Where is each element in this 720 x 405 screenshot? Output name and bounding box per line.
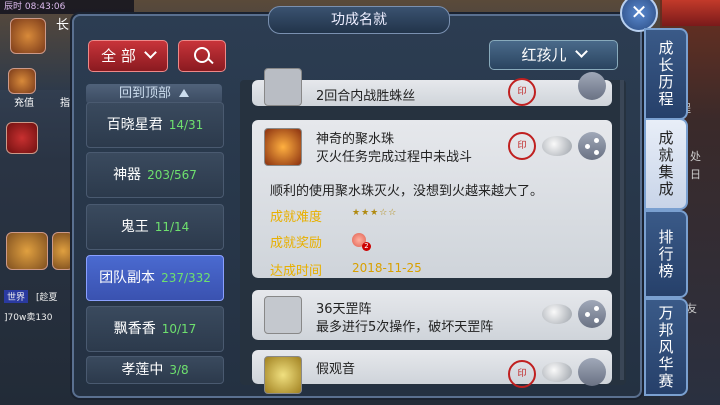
search-button[interactable] xyxy=(178,40,226,72)
chat-line: ]70w卖130 xyxy=(4,313,53,323)
character-name: 红孩儿 xyxy=(521,46,567,64)
category-count: 203/567 xyxy=(147,168,197,182)
time-bar: 辰时 08:43:06 xyxy=(0,0,134,14)
pin-label: 指 xyxy=(60,98,70,109)
search-icon xyxy=(194,47,210,63)
share-button[interactable] xyxy=(578,72,606,100)
character-select[interactable]: 红孩儿 xyxy=(489,40,618,70)
tab-achievements[interactable]: 成就集成 xyxy=(644,118,688,210)
achievement-name: 假观音 xyxy=(316,362,356,377)
category-name: 鬼王 xyxy=(120,219,149,235)
tab-growth-history[interactable]: 成长历程 xyxy=(644,28,688,120)
clock-text: 08:43:06 xyxy=(24,2,66,12)
tab-label: 万邦风华赛 xyxy=(656,304,675,390)
recharge-icon[interactable] xyxy=(8,68,36,94)
filter-all-label: 全 部 xyxy=(101,47,136,65)
category-name: 孝莲中 xyxy=(121,362,164,378)
tab-leaderboard[interactable]: 排行榜 xyxy=(644,210,688,298)
category-count: 11/14 xyxy=(154,220,190,234)
reward-peach-icon[interactable]: 2 xyxy=(352,233,371,251)
filter-all-button[interactable]: 全 部 xyxy=(88,40,168,72)
share-button[interactable] xyxy=(578,358,606,386)
chevron-down-icon xyxy=(144,46,157,59)
category-name: 百晓星君 xyxy=(106,117,163,133)
world-tag[interactable]: 世界 xyxy=(4,290,29,303)
category-item[interactable]: 神器 203/567 xyxy=(86,152,224,198)
category-count: 3/8 xyxy=(169,363,189,377)
achievement-detail: 顺利的使用聚水珠灭火，没想到火越来越大了。 xyxy=(270,184,544,199)
seal-icon: 印 xyxy=(508,360,536,388)
category-name: 飘香香 xyxy=(113,321,156,337)
seal-icon: 印 xyxy=(508,78,536,106)
difficulty-stars: ★★★☆☆ xyxy=(352,208,398,218)
share-button[interactable] xyxy=(578,300,606,328)
category-name: 神器 xyxy=(113,167,142,183)
date-label: 达成时间 xyxy=(270,264,323,279)
avatar[interactable] xyxy=(10,18,46,54)
category-count: 237/332 xyxy=(161,271,211,285)
achievement-name: 神奇的聚水珠 xyxy=(316,132,395,147)
spider-web-icon xyxy=(264,68,302,106)
time-prefix: 辰时 xyxy=(4,2,23,12)
achievement-card[interactable]: 假观音 印 xyxy=(252,350,612,394)
category-name: 团队副本 xyxy=(99,270,156,286)
dice-icon xyxy=(264,356,302,394)
reward-count: 2 xyxy=(362,242,371,251)
category-item[interactable]: 百晓星君 14/31 xyxy=(86,102,224,148)
top-char: 长 xyxy=(56,18,70,33)
chat-name[interactable]: [趁夏 xyxy=(36,290,58,303)
category-count: 14/31 xyxy=(168,118,204,132)
right-label-2: 日 xyxy=(690,168,701,181)
tab-label: 成就集成 xyxy=(656,130,675,198)
tab-label: 成长历程 xyxy=(656,40,675,108)
category-item-active[interactable]: 团队副本 237/332 xyxy=(86,255,224,301)
difficulty-label: 成就难度 xyxy=(270,210,323,225)
tab-wanbang-contest[interactable]: 万邦风华赛 xyxy=(644,298,688,396)
crossed-swords-icon xyxy=(264,296,302,334)
achievement-name: 36天罡阵 xyxy=(316,302,372,317)
achievement-date: 2018-11-25 xyxy=(352,261,422,275)
achievement-card-expanded[interactable]: 神奇的聚水珠 灭火任务完成过程中未战斗 印 顺利的使用聚水珠灭火，没想到火越来越… xyxy=(252,120,612,279)
list-scrollbar[interactable] xyxy=(620,80,624,380)
share-button[interactable] xyxy=(578,132,606,160)
top-right-banner xyxy=(662,0,720,26)
chat-icon[interactable] xyxy=(6,232,48,270)
recharge-label: 充值 xyxy=(14,98,34,109)
seal-icon: 印 xyxy=(508,132,536,160)
achievement-desc: 最多进行5次操作，破坏天罡阵 xyxy=(316,320,494,335)
fire-bowl-icon xyxy=(264,128,302,166)
achievement-desc: 灭火任务完成过程中未战斗 xyxy=(316,150,473,165)
chevron-down-icon xyxy=(574,45,588,58)
arrow-up-icon xyxy=(179,89,189,97)
voice-icon[interactable] xyxy=(52,232,74,270)
pebble-icon xyxy=(542,304,572,324)
pebble-icon xyxy=(542,362,572,382)
category-item[interactable]: 孝莲中 3/8 xyxy=(86,356,224,384)
reward-label: 成就奖励 xyxy=(270,236,323,251)
achievement-desc: 2回合内战胜蛛丝 xyxy=(316,89,416,104)
expand-icon[interactable] xyxy=(6,122,38,154)
category-item[interactable]: 鬼王 11/14 xyxy=(86,204,224,250)
category-count: 10/17 xyxy=(161,322,197,336)
achievement-card[interactable]: 36天罡阵 最多进行5次操作，破坏天罡阵 xyxy=(252,290,612,340)
back-to-top-label: 回到顶部 xyxy=(118,86,171,101)
back-to-top-button[interactable]: 回到顶部 xyxy=(86,84,222,104)
category-item[interactable]: 飘香香 10/17 xyxy=(86,306,224,352)
pebble-icon xyxy=(542,136,572,156)
achievement-card[interactable]: 2回合内战胜蛛丝 印 xyxy=(252,68,612,106)
panel-title: 功成名就 xyxy=(268,6,450,34)
right-label-1: 处 xyxy=(690,150,701,163)
tab-label: 排行榜 xyxy=(656,228,675,280)
